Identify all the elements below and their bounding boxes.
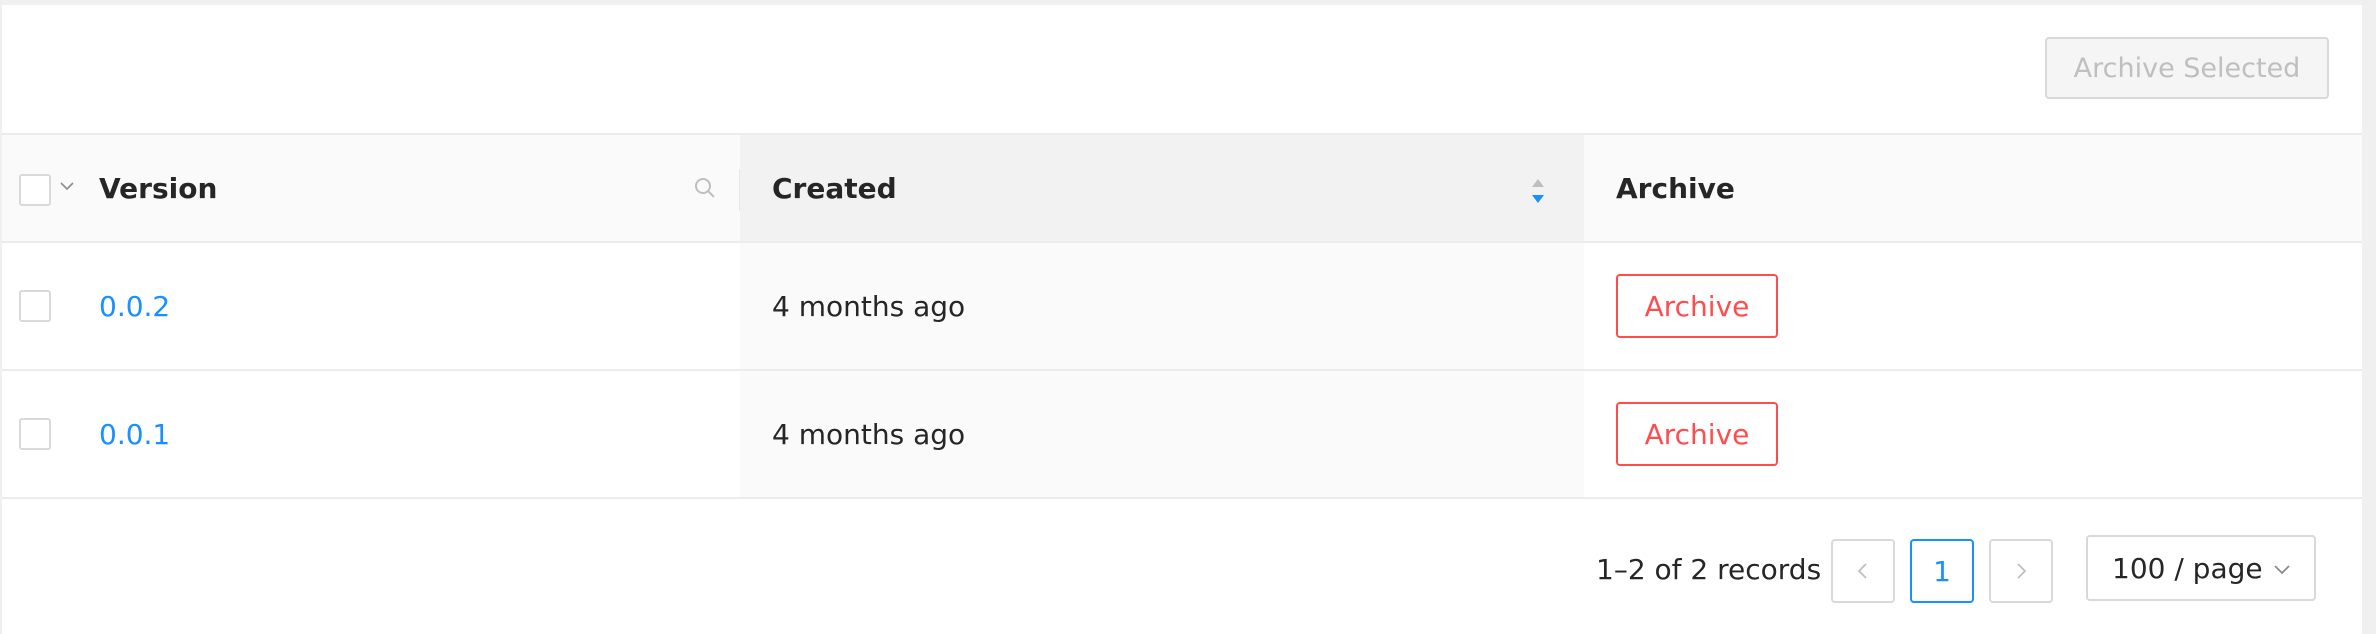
pagination-total: 1–2 of 2 records — [1596, 553, 1822, 586]
archive-button[interactable]: Archive — [1616, 402, 1778, 466]
pagination: 1–2 of 2 records 1 100 / page — [2, 505, 2362, 634]
chevron-down-icon[interactable] — [58, 177, 76, 195]
header-created-cell[interactable]: Created — [740, 135, 1584, 241]
version-cell: 0.0.2 — [2, 243, 740, 369]
chevron-right-icon — [2017, 563, 2027, 579]
row-checkbox[interactable] — [19, 418, 51, 450]
search-icon[interactable] — [692, 175, 718, 201]
archive-button[interactable]: Archive — [1616, 274, 1778, 338]
archive-cell: Archive — [1584, 243, 2362, 369]
sort-icon[interactable] — [1528, 175, 1548, 207]
row-checkbox[interactable] — [19, 290, 51, 322]
header-archive-cell: Archive — [1584, 135, 2362, 241]
version-link[interactable]: 0.0.1 — [99, 371, 170, 497]
archive-cell: Archive — [1584, 371, 2362, 497]
column-header-created: Created — [772, 171, 897, 205]
created-value: 4 months ago — [772, 417, 966, 451]
column-header-version: Version — [99, 171, 218, 205]
version-cell: 0.0.1 — [2, 371, 740, 497]
version-link[interactable]: 0.0.2 — [99, 243, 170, 369]
chevron-down-icon — [2274, 565, 2290, 575]
next-page-button[interactable] — [1989, 539, 2053, 603]
header-version-cell: Version — [2, 135, 740, 241]
created-cell: 4 months ago — [740, 371, 1584, 497]
versions-table: Version Created Archive 0.0.2 4 months a… — [2, 133, 2362, 499]
created-value: 4 months ago — [772, 289, 966, 323]
table-row: 0.0.2 4 months ago Archive — [2, 243, 2362, 371]
page-size-value: 100 / page — [2112, 551, 2263, 585]
page-size-select[interactable]: 100 / page — [2086, 535, 2316, 601]
page-1-button[interactable]: 1 — [1910, 539, 1974, 603]
prev-page-button[interactable] — [1831, 539, 1895, 603]
archive-selected-button[interactable]: Archive Selected — [2045, 37, 2329, 99]
toolbar: Archive Selected — [2, 5, 2362, 133]
created-cell: 4 months ago — [740, 243, 1584, 369]
table-row: 0.0.1 4 months ago Archive — [2, 371, 2362, 499]
select-all-checkbox[interactable] — [19, 174, 51, 206]
chevron-left-icon — [1857, 563, 1867, 579]
table-header: Version Created Archive — [2, 133, 2362, 243]
column-header-archive: Archive — [1616, 171, 1735, 205]
versions-panel: Archive Selected Version Created Archive… — [2, 5, 2362, 634]
